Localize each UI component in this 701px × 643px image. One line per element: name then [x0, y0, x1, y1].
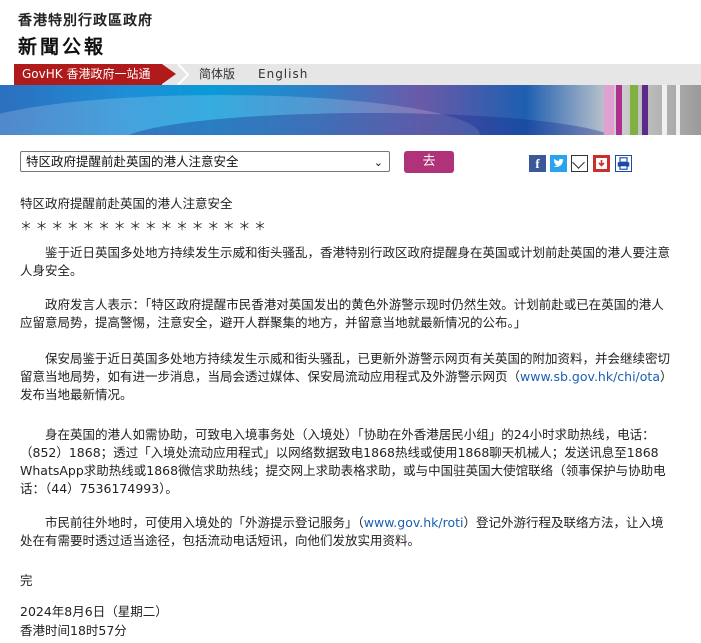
paragraph-5: 市民前往外地时，可使用入境处的「外游提示登记服务」（www.gov.hk/rot… [20, 515, 664, 548]
top-nav-bar: GovHK 香港政府一站通 简体版 English [0, 64, 701, 85]
simplified-chinese-link[interactable]: 简体版 [199, 64, 235, 85]
paragraph-1: 鉴于近日英国多处地方持续发生示威和街头骚乱，香港特别行政区政府提醒身在英国或计划… [20, 245, 671, 278]
header-banner [0, 85, 701, 135]
press-release-select[interactable]: 特区政府提醒前赴英国的港人注意安全 ⌄ [20, 151, 390, 172]
paragraph-4: 身在英国的港人如需协助，可致电入境事务处（入境处）「协助在外香港居民小组」的24… [20, 427, 666, 496]
paragraph-2: 政府发言人表示：「特区政府提醒市民香港对英国发出的黄色外游警示现时仍然生效。计划… [20, 297, 664, 330]
save-icon[interactable] [593, 155, 610, 172]
government-title: 香港特別行政區政府 [18, 13, 153, 29]
email-icon[interactable] [571, 155, 588, 172]
masthead: 香港特別行政區政府 新聞公報 [18, 10, 153, 59]
article-toolbar: 特区政府提醒前赴英国的港人注意安全 ⌄ 去 f [20, 151, 682, 177]
selected-title: 特区政府提醒前赴英国的港人注意安全 [26, 154, 239, 169]
end-mark: 完 [20, 573, 33, 588]
sb-ota-link[interactable]: www.sb.gov.hk/chi/ota [520, 369, 660, 384]
paragraph-3: 保安局鉴于近日英国多处地方持续发生示威和街头骚乱，已更新外游警示网页有关英国的附… [20, 351, 673, 402]
print-icon[interactable] [615, 155, 632, 172]
press-release-article: 特区政府提醒前赴英国的港人注意安全 ＊＊＊＊＊＊＊＊＊＊＊＊＊＊＊＊ 鉴于近日英… [20, 193, 675, 638]
facebook-icon[interactable]: f [529, 155, 546, 172]
english-link[interactable]: English [258, 64, 308, 85]
release-date: 2024年8月6日（星期二） [20, 604, 168, 619]
go-button[interactable]: 去 [404, 151, 454, 173]
govhk-arrow-icon [162, 64, 176, 84]
twitter-icon[interactable] [550, 155, 567, 172]
chevron-down-icon: ⌄ [373, 156, 383, 169]
release-time: 香港时间18时57分 [20, 623, 127, 638]
separator-arrow-icon [177, 64, 190, 85]
govhk-link[interactable]: GovHK 香港政府一站通 [14, 64, 162, 85]
article-heading: 特区政府提醒前赴英国的港人注意安全 [20, 196, 233, 211]
heading-stars: ＊＊＊＊＊＊＊＊＊＊＊＊＊＊＊＊ [20, 219, 270, 233]
press-release-title: 新聞公報 [18, 36, 107, 58]
roti-link[interactable]: www.gov.hk/roti [364, 515, 464, 530]
